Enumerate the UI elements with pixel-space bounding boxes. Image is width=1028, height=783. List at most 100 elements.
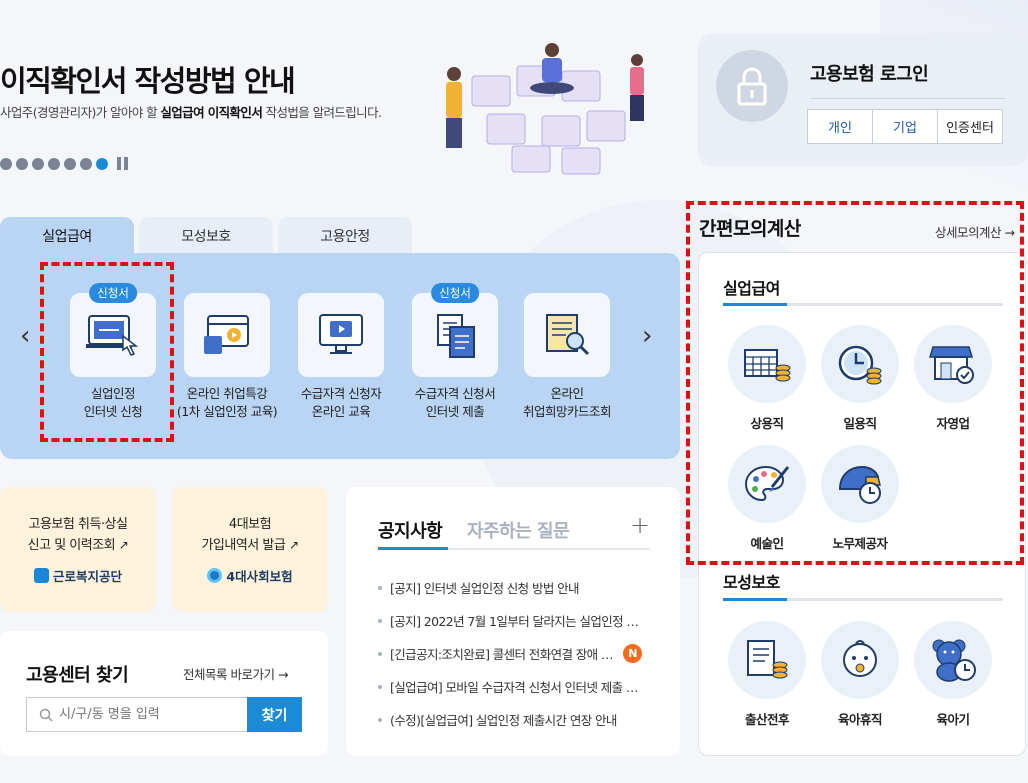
new-badge: N (623, 644, 642, 663)
calc-childcare-period[interactable]: 육아기 (913, 621, 993, 728)
carousel-dot[interactable] (32, 157, 44, 170)
center-finder-card: 고용센터 찾기 전체목록 바로가기 → 찾기 (0, 631, 328, 756)
tab-notice[interactable]: 공지사항 (378, 517, 443, 543)
next-arrow-icon[interactable]: › (642, 321, 652, 351)
monitor-play-icon (319, 314, 363, 354)
login-title: 고용보험 로그인 (810, 64, 929, 85)
service-icon-box (184, 293, 270, 377)
bullet (378, 651, 382, 656)
service-label-line: (1차 실업인정 교육) (176, 404, 278, 419)
brand-logo: 근로복지공단 (0, 566, 156, 585)
card-text: 4대보험 가입내역서 발급 ↗ (172, 514, 328, 556)
login-personal-button[interactable]: 개인 (807, 109, 873, 144)
tab-unemployment[interactable]: 실업급여 (0, 217, 134, 254)
carousel-dot[interactable] (0, 157, 12, 170)
documents-icon (437, 314, 475, 358)
external-link-icon: ↗ (288, 538, 299, 552)
service-online-education[interactable]: 수급자격 신청자 온라인 교육 (276, 293, 406, 421)
laptop-touch-icon (86, 315, 139, 356)
calc-maternity-leave[interactable]: 출산전후 (727, 621, 807, 728)
lock-icon (716, 50, 788, 122)
login-company-button[interactable]: 기업 (872, 109, 938, 144)
center-finder-title: 고용센터 찾기 (26, 665, 129, 686)
calc-card: 실업급여 상용직 일용직 자영업 예술인 노무제공자 모성보호 출산전후 육아휴… (698, 252, 1026, 756)
hero-title[interactable]: 이직확인서 작성방법 안내 (0, 58, 296, 100)
carousel-dot[interactable] (80, 157, 92, 170)
calc-title: 간편모의계산 (699, 218, 801, 240)
service-label-line: 온라인 (550, 386, 584, 401)
service-label-line: 취업희망카드조회 (522, 404, 612, 419)
carousel-dot[interactable] (48, 157, 60, 170)
service-icon-box (298, 293, 384, 377)
tab-employment-stability[interactable]: 고용안정 (278, 217, 412, 254)
calc-label: 일용직 (843, 416, 877, 431)
find-button[interactable]: 찾기 (247, 697, 302, 732)
card-text: 고용보험 취득·상실 신고 및 이력조회 ↗ (0, 514, 156, 556)
carousel-dot[interactable] (16, 157, 28, 170)
bullet (378, 717, 382, 722)
calc-artist[interactable]: 예술인 (727, 445, 807, 552)
tab-maternity[interactable]: 모성보호 (139, 217, 273, 254)
divider (810, 98, 1006, 99)
insurance-report-card[interactable]: 고용보험 취득·상실 신고 및 이력조회 ↗ 근로복지공단 (0, 487, 156, 612)
service-icon-box: 신청서 (70, 283, 156, 377)
calc-label: 육아기 (936, 712, 970, 727)
prev-arrow-icon[interactable]: ‹ (20, 321, 30, 351)
brand-logo: 4대사회보험 (172, 566, 328, 585)
calendar-coins-icon (728, 325, 806, 403)
search-icon (39, 708, 53, 722)
center-search-input[interactable] (59, 707, 229, 722)
service-label: 온라인취업희망카드조회 (502, 385, 632, 421)
service-tabs: 실업급여 모성보호 고용안정 (0, 217, 417, 254)
bullet (378, 684, 382, 689)
calc-parental-leave[interactable]: 육아휴직 (820, 621, 900, 728)
plus-icon[interactable]: + (630, 511, 650, 539)
brand-name: 4대사회보험 (226, 569, 293, 584)
brand-name: 근로복지공단 (52, 569, 122, 584)
detailed-calc-link[interactable]: 상세모의계산 → (935, 222, 1015, 241)
active-tab-indicator (378, 547, 448, 550)
carousel-indicators (0, 157, 128, 170)
calc-labor-provider[interactable]: 노무제공자 (820, 445, 900, 552)
document-coins-icon (728, 621, 806, 699)
external-link-icon: ↗ (118, 538, 129, 552)
view-all-link[interactable]: 전체목록 바로가기 → (183, 664, 288, 683)
tab-faq[interactable]: 자주하는 질문 (467, 517, 570, 543)
notice-item[interactable]: (수정)[실업급여] 실업인정 제출시간 연장 안내 (378, 703, 670, 736)
notice-list: [공지] 인터넷 실업인정 신청 방법 안내 [공지] 2022년 7월 1일부… (378, 571, 670, 736)
service-online-lecture[interactable]: 온라인 취업특강 (1차 실업인정 교육) (162, 293, 292, 421)
service-label-line: 수급자격 신청자 (300, 386, 382, 401)
notice-item-text: [공지] 2022년 7월 1일부터 달라지는 실업인정 방법 (390, 614, 642, 629)
card-text-line: 4대보험 (228, 517, 272, 532)
calc-daily-worker[interactable]: 일용직 (820, 325, 900, 432)
social-insurance-logo-icon (207, 568, 223, 583)
certificate-center-button[interactable]: 인증센터 (937, 109, 1003, 144)
hero-subtitle-text: 사업주(경영관리자)가 알아야 할 (0, 105, 161, 120)
service-job-card-lookup[interactable]: 온라인취업희망카드조회 (502, 293, 632, 421)
pause-icon[interactable] (117, 157, 128, 170)
notice-item[interactable]: [실업급여] 모바일 수급자격 신청서 인터넷 제출 안내 (378, 670, 670, 703)
service-label-line: 수급자격 신청서 (414, 386, 496, 401)
calc-section-unemployment: 실업급여 (723, 279, 780, 298)
baby-face-icon (821, 621, 899, 699)
service-qualification-submit[interactable]: 신청서 수급자격 신청서 인터넷 제출 (390, 283, 520, 421)
service-label-line: 인터넷 제출 (425, 404, 485, 419)
calc-self-employed[interactable]: 자영업 (913, 325, 993, 432)
carousel-dot-active[interactable] (96, 157, 108, 170)
calc-regular-worker[interactable]: 상용직 (727, 325, 807, 432)
helmet-clock-icon (821, 445, 899, 523)
card-text-line: 고용보험 취득·상실 (28, 517, 128, 532)
hero-illustration (446, 43, 644, 175)
notice-item-text: [긴급공지:조치완료] 콜센터 전화연결 장애 안내 (390, 647, 615, 662)
application-badge: 신청서 (89, 283, 137, 303)
insurance-certificate-card[interactable]: 4대보험 가입내역서 발급 ↗ 4대사회보험 (172, 487, 328, 612)
section-divider (723, 598, 1003, 601)
carousel-dot[interactable] (64, 157, 76, 170)
notice-item[interactable]: [공지] 2022년 7월 1일부터 달라지는 실업인정 방법 (378, 604, 670, 637)
service-label: 수급자격 신청자 온라인 교육 (276, 385, 406, 421)
service-unemployment-recognition[interactable]: 신청서 실업인정 인터넷 신청 (48, 283, 178, 421)
notice-item[interactable]: [긴급공지:조치완료] 콜센터 전화연결 장애 안내 N (378, 637, 670, 670)
notice-item[interactable]: [공지] 인터넷 실업인정 신청 방법 안내 (378, 571, 670, 604)
calc-section-maternity: 모성보호 (723, 573, 780, 592)
hero-subtitle-bold: 실업급여 이직확인서 (160, 105, 263, 120)
